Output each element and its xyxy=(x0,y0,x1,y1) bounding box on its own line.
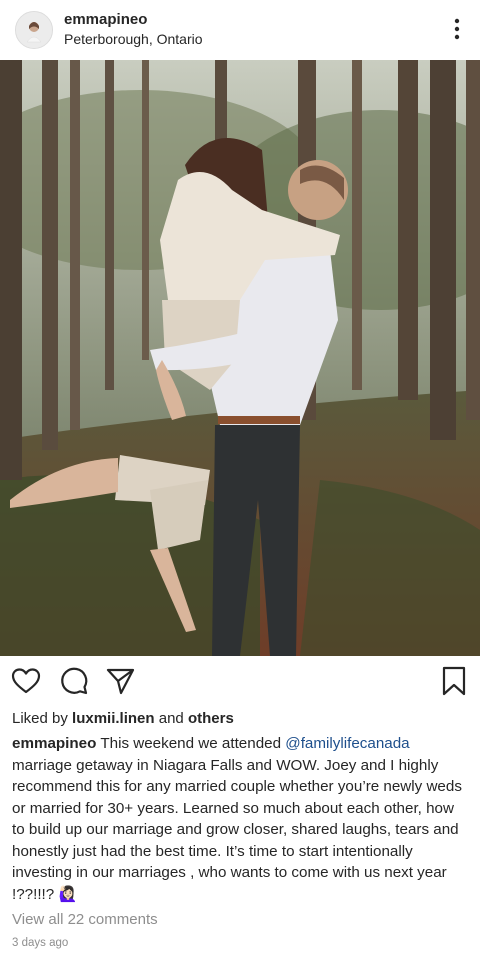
likes-summary[interactable]: Liked by luxmii.linen and others xyxy=(12,710,234,727)
post-caption: emmapineo This weekend we attended @fami… xyxy=(12,733,470,905)
bookmark-icon xyxy=(442,666,466,696)
comment-bubble-icon xyxy=(61,667,88,695)
likes-user[interactable]: luxmii.linen xyxy=(72,710,155,727)
send-paper-plane-icon xyxy=(106,668,135,695)
post-location[interactable]: Peterborough, Ontario xyxy=(64,31,203,47)
post-timestamp: 3 days ago xyxy=(12,937,69,949)
view-comments-link[interactable]: View all 22 comments xyxy=(12,911,158,928)
caption-mention[interactable]: @familylifecanada xyxy=(285,735,409,752)
action-bar xyxy=(0,660,480,704)
avatar-icon xyxy=(16,12,52,48)
more-options-button[interactable] xyxy=(444,16,470,42)
avatar[interactable] xyxy=(15,11,53,49)
comment-button[interactable] xyxy=(58,665,90,697)
post-header: emmapineo Peterborough, Ontario xyxy=(0,0,480,60)
share-button[interactable] xyxy=(104,665,136,697)
post-photo[interactable] xyxy=(0,60,480,656)
likes-conjunction: and xyxy=(158,710,184,727)
like-button[interactable] xyxy=(10,665,42,697)
more-options-icon xyxy=(454,18,460,40)
couple-forest-photo xyxy=(0,60,480,656)
post-username[interactable]: emmapineo xyxy=(64,11,147,28)
save-button[interactable] xyxy=(438,665,470,697)
likes-others[interactable]: others xyxy=(188,710,234,727)
caption-text-1: This weekend we attended xyxy=(100,735,282,752)
heart-icon xyxy=(11,668,41,694)
likes-prefix: Liked by xyxy=(12,710,68,727)
caption-username[interactable]: emmapineo xyxy=(12,735,96,752)
caption-text-2: marriage getaway in Niagara Falls and WO… xyxy=(12,756,462,903)
